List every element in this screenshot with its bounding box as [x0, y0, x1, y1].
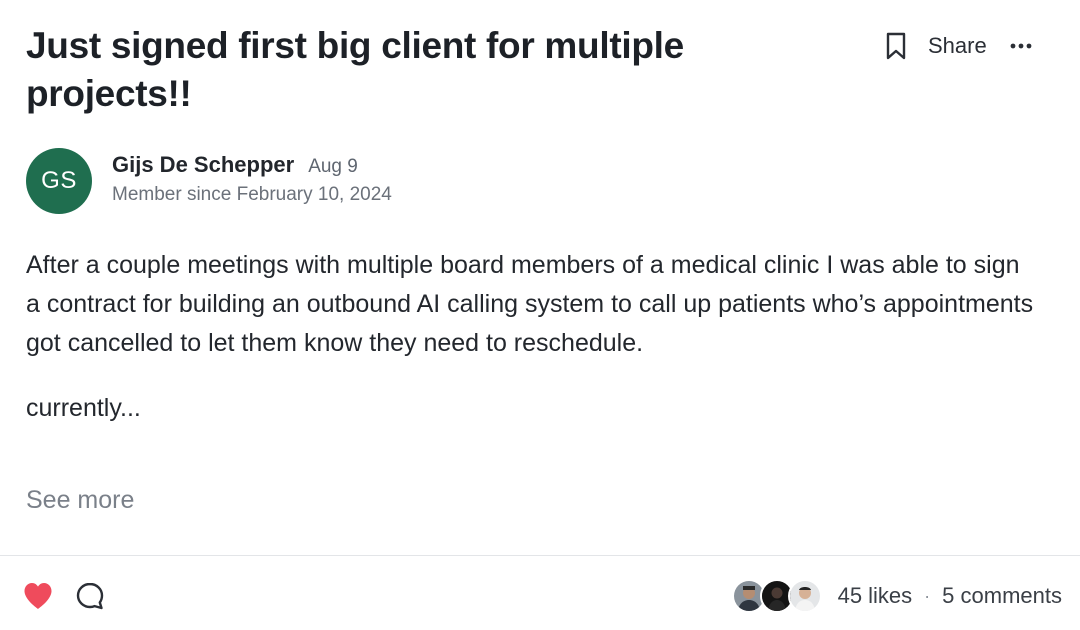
- author-name[interactable]: Gijs De Schepper: [112, 152, 294, 178]
- member-since: Member since February 10, 2024: [112, 184, 392, 205]
- comments-count[interactable]: 5 comments: [942, 583, 1062, 609]
- author-info: GS Gijs De Schepper Aug 9 Member since F…: [26, 148, 392, 214]
- post-date: Aug 9: [308, 156, 358, 177]
- body-paragraph: After a couple meetings with multiple bo…: [26, 251, 1034, 357]
- heart-icon[interactable]: [20, 578, 56, 614]
- bookmark-icon[interactable]: [880, 28, 912, 64]
- liker-avatar[interactable]: [787, 579, 822, 613]
- comment-bubble-icon[interactable]: [72, 578, 108, 614]
- author-initials: GS: [41, 167, 77, 194]
- liker-avatars: [731, 579, 822, 613]
- likes-count[interactable]: 45 likes: [838, 583, 913, 609]
- reaction-actions: [20, 578, 108, 614]
- divider: [0, 555, 1080, 556]
- more-options-icon[interactable]: [1009, 31, 1033, 61]
- engagement-summary: 45 likes · 5 comments: [731, 578, 1062, 614]
- share-button[interactable]: Share: [928, 33, 987, 59]
- post-title: Just signed first big client for multipl…: [26, 25, 684, 114]
- post-actions: Share: [880, 28, 1033, 64]
- post-body: After a couple meetings with multiple bo…: [26, 246, 1036, 428]
- body-paragraph-truncated: currently...: [26, 394, 141, 422]
- see-more-link[interactable]: See more: [26, 486, 134, 515]
- author-avatar[interactable]: GS: [26, 148, 92, 214]
- post-card: Just signed first big client for multipl…: [0, 0, 1080, 630]
- author-meta: Gijs De Schepper Aug 9 Member since Febr…: [112, 152, 392, 206]
- separator-dot: ·: [924, 585, 931, 606]
- author-line: Gijs De Schepper Aug 9: [112, 152, 392, 178]
